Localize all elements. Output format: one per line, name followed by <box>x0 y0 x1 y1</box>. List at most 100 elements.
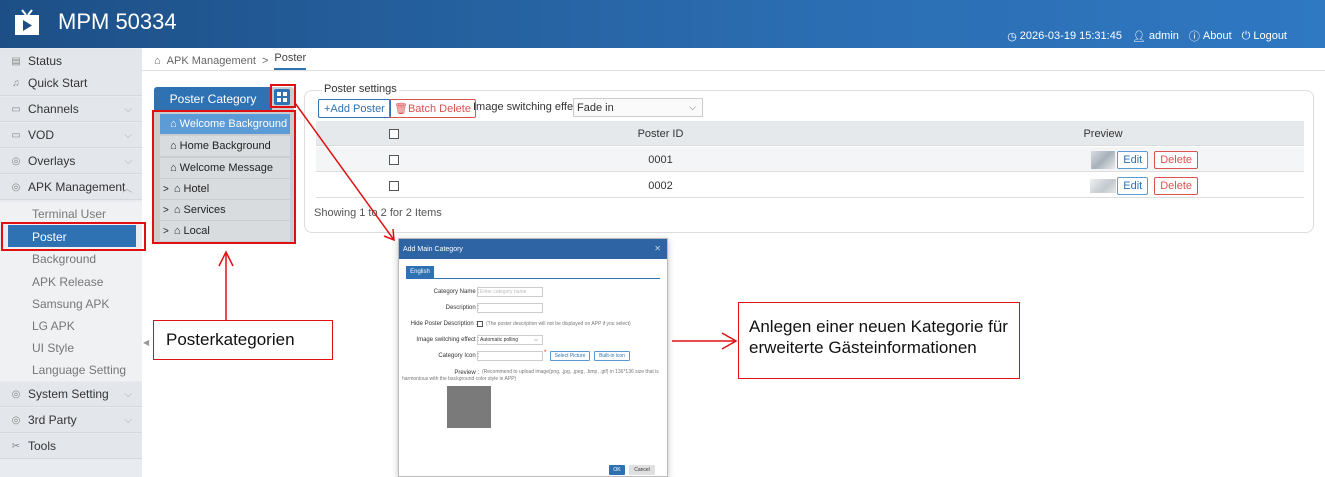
datetime-text: 2026-03-19 15:31:45 <box>1019 30 1122 42</box>
icon-preview-image <box>447 386 491 428</box>
poster-id-cell: 0002 <box>648 179 673 192</box>
annotation-line-1: Anlegen einer neuen Kategorie für <box>749 317 1008 336</box>
datetime: ◷ 2026-03-19 15:31:45 <box>1007 30 1122 43</box>
breadcrumb-divider <box>142 70 1325 71</box>
chevron-down-icon: ⌵ <box>124 103 132 115</box>
logout-link[interactable]: ⏻ Logout <box>1242 30 1287 43</box>
pagination-info: Showing 1 to 2 for 2 Items <box>314 207 442 219</box>
delete-button[interactable]: Delete <box>1154 150 1198 169</box>
add-category-highlight <box>270 84 296 108</box>
sidebar-collapse-icon[interactable]: ◀ <box>143 338 149 347</box>
select-picture-button[interactable]: Select Picture <box>550 351 590 361</box>
user-name: admin <box>1148 30 1179 42</box>
trash-icon: 🗑︎ <box>394 103 408 115</box>
edit-button[interactable]: Edit <box>1117 150 1149 169</box>
sidebar-sub-ui-style[interactable]: UI Style <box>0 336 142 359</box>
user-menu[interactable]: 👤︎ admin <box>1132 30 1179 43</box>
hide-description-checkbox[interactable] <box>477 321 483 327</box>
chevron-up-icon: ︿ <box>122 183 132 195</box>
effect-label: Image switching effect: <box>473 101 585 113</box>
effect-label: Image switching effect : <box>416 337 479 343</box>
app-title: MPM 50334 <box>58 9 177 34</box>
sidebar-item-3rd-party[interactable]: ◎ 3rd Party ⌵ <box>0 408 142 433</box>
row-checkbox[interactable] <box>389 154 399 165</box>
sidebar-item-label: Quick Start <box>28 76 88 90</box>
row-check-cell <box>316 173 472 198</box>
edit-button[interactable]: Edit <box>1117 176 1149 195</box>
chevron-down-icon: ⌵ <box>124 388 132 400</box>
add-category-dialog: Add Main Category ✕ English Category Nam… <box>398 238 668 477</box>
dialog-header: Add Main Category ✕ <box>399 239 667 259</box>
select-all-checkbox[interactable] <box>389 128 399 139</box>
delete-button[interactable]: Delete <box>1154 176 1198 195</box>
user-icon: 👤︎ <box>1131 30 1146 43</box>
sidebar-item-apk-management[interactable]: ◎ APK Management ︿ <box>0 175 142 200</box>
table-row: 0002 Edit Delete <box>316 173 1304 198</box>
sidebar-item-quick-start[interactable]: ♫ Quick Start <box>0 71 142 96</box>
home-icon[interactable]: ⌂ <box>154 55 161 67</box>
sidebar-sub-label: LG APK <box>32 318 75 333</box>
close-icon[interactable]: ✕ <box>654 244 661 253</box>
sidebar-sub-label: Background <box>32 251 97 266</box>
column-header-preview: Preview <box>1083 127 1123 140</box>
cancel-button[interactable]: Cancel <box>629 465 655 475</box>
description-input[interactable] <box>477 303 543 313</box>
hide-description-note: (The poster description will not be disp… <box>486 321 631 327</box>
breadcrumb-separator: > <box>261 55 269 67</box>
tv-logo-icon <box>15 9 39 35</box>
sidebar-item-label: System Setting <box>28 387 109 401</box>
info-icon: ⓘ <box>1188 31 1200 43</box>
effect-value: Fade in <box>577 101 614 114</box>
sidebar-sub-label: Samsung APK <box>32 296 110 311</box>
status-icon: ▤ <box>11 55 21 67</box>
sidebar-sub-lg-apk[interactable]: LG APK <box>0 314 142 337</box>
sidebar-item-label: Overlays <box>28 154 76 168</box>
chevron-down-icon: ⌵ <box>534 337 538 343</box>
about-link[interactable]: ⓘ About <box>1189 28 1232 44</box>
category-icon-label: Category Icon : <box>438 353 479 359</box>
sidebar-item-channels[interactable]: ▭ Channels ⌵ <box>0 97 142 122</box>
sidebar-sub-label: UI Style <box>32 340 75 355</box>
sidebar-item-tools[interactable]: ✂ Tools <box>0 434 142 459</box>
sidebar-sub-label: APK Release <box>32 274 104 289</box>
breadcrumb-parent[interactable]: APK Management <box>167 55 256 67</box>
dialog-title: Add Main Category <box>403 245 463 253</box>
sidebar-sub-apk-release[interactable]: APK Release <box>0 270 142 293</box>
category-icon-input[interactable] <box>477 351 543 361</box>
poster-id-cell: 0001 <box>648 153 673 166</box>
sidebar-item-system-setting[interactable]: ◎ System Setting ⌵ <box>0 382 142 407</box>
annotation-line-2: erweiterte Gästeinformationen <box>749 338 977 357</box>
header-toolbar: ◷ 2026-03-19 15:31:45 👤︎ admin ⓘ About ⏻… <box>1007 28 1287 44</box>
overlays-icon: ◎ <box>11 155 21 167</box>
effect-select[interactable]: Automatic polling ⌵ <box>477 335 543 345</box>
sidebar-sub-language-setting[interactable]: Language Setting <box>0 358 142 381</box>
sidebar-item-overlays[interactable]: ◎ Overlays ⌵ <box>0 149 142 174</box>
row-check-cell <box>316 147 472 172</box>
breadcrumb: ⌂ APK Management > Poster <box>154 52 307 70</box>
table-row: 0001 Edit Delete <box>316 147 1304 172</box>
batch-delete-label: Batch Delete <box>407 102 471 115</box>
ok-button[interactable]: OK <box>609 465 625 475</box>
app-header: MPM 50334 ◷ 2026-03-19 15:31:45 👤︎ admin… <box>0 0 1325 48</box>
effect-select[interactable]: Fade in ⌵ <box>573 98 703 117</box>
tab-english[interactable]: English <box>406 266 434 278</box>
add-poster-button[interactable]: +Add Poster <box>318 99 391 118</box>
bell-icon: ♫ <box>12 77 20 89</box>
sidebar-item-vod[interactable]: ▭ VOD ⌵ <box>0 123 142 148</box>
column-header-poster-id: Poster ID <box>637 127 684 140</box>
sidebar-item-label: Channels <box>28 102 79 116</box>
category-name-input[interactable]: Enter category name <box>477 287 543 297</box>
tab-underline <box>406 278 660 279</box>
sidebar-item-label: APK Management <box>28 180 126 194</box>
actions-cell: Edit Delete <box>1016 147 1304 172</box>
row-checkbox[interactable] <box>389 180 399 191</box>
category-list-highlight <box>152 110 296 244</box>
annotation-new-category: Anlegen einer neuen Kategorie für erweit… <box>738 302 1020 379</box>
chevron-down-icon: ⌵ <box>124 155 132 167</box>
built-in-icon-button[interactable]: Built-in icon <box>594 351 630 361</box>
sidebar-sub-samsung-apk[interactable]: Samsung APK <box>0 292 142 315</box>
logout-label: Logout <box>1253 30 1287 42</box>
required-marker: * <box>544 350 547 356</box>
batch-delete-button[interactable]: 🗑︎ Batch Delete <box>389 99 476 118</box>
table-header-row: Poster ID Preview <box>316 121 1304 146</box>
